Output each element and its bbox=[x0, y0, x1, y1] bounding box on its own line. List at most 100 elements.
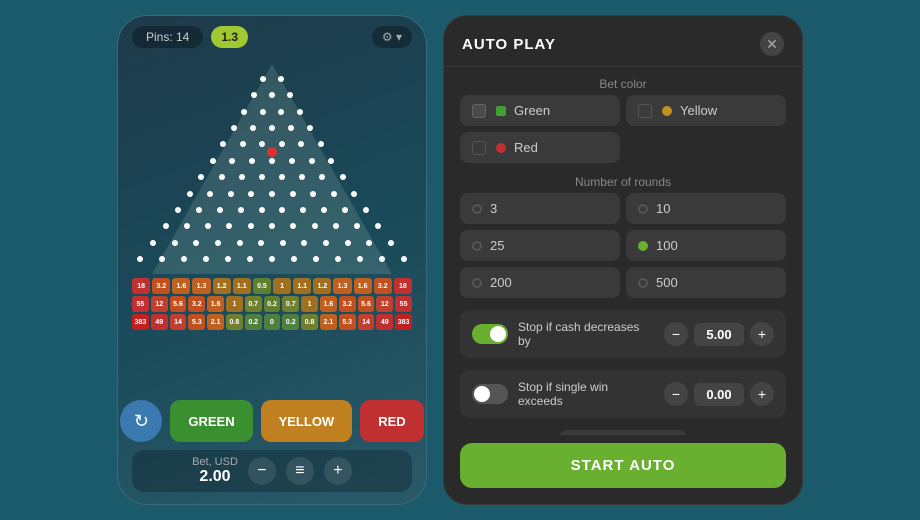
score-cell: 1.2 bbox=[213, 278, 231, 294]
round-10-label: 10 bbox=[656, 201, 670, 216]
yellow-button[interactable]: YELLOW bbox=[261, 400, 353, 442]
plinko-dot bbox=[379, 256, 385, 262]
round-200[interactable]: 200 bbox=[460, 267, 620, 298]
red-color-dot bbox=[496, 143, 506, 153]
round-10[interactable]: 10 bbox=[626, 193, 786, 224]
plinko-dot bbox=[279, 207, 285, 213]
bet-stack-button[interactable]: ≡ bbox=[286, 457, 314, 485]
green-check bbox=[472, 104, 486, 118]
bet-row: Bet, USD 2.00 − ≡ + bbox=[132, 450, 412, 492]
round-3-dot bbox=[472, 204, 482, 214]
plinko-dot bbox=[363, 207, 369, 213]
score-cell: 55 bbox=[132, 296, 149, 312]
plinko-dot bbox=[289, 158, 295, 164]
more-options-button[interactable]: More options ▾ bbox=[559, 430, 687, 435]
score-cell: 18 bbox=[394, 278, 412, 294]
plinko-dot bbox=[328, 158, 334, 164]
plinko-dot bbox=[231, 125, 237, 131]
plinko-dot bbox=[375, 223, 381, 229]
plinko-dot bbox=[340, 174, 346, 180]
stop-cash-increase[interactable]: + bbox=[750, 322, 774, 346]
plinko-dot bbox=[318, 141, 324, 147]
plinko-dot bbox=[184, 223, 190, 229]
stop-cash-label: Stop if cash decreases by bbox=[518, 320, 654, 348]
score-cell: 49 bbox=[376, 314, 393, 330]
plinko-dot bbox=[150, 240, 156, 246]
color-option-red[interactable]: Red bbox=[460, 132, 620, 163]
score-cell: 1.3 bbox=[192, 278, 210, 294]
color-option-yellow[interactable]: Yellow bbox=[626, 95, 786, 126]
rotate-button[interactable]: ↻ bbox=[120, 400, 162, 442]
plinko-dot bbox=[313, 256, 319, 262]
score-cell: 5.3 bbox=[339, 314, 356, 330]
plinko-dot bbox=[300, 207, 306, 213]
round-500[interactable]: 500 bbox=[626, 267, 786, 298]
round-100[interactable]: 100 bbox=[626, 230, 786, 261]
plinko-dot bbox=[312, 223, 318, 229]
plinko-dot bbox=[401, 256, 407, 262]
stop-cash-toggle[interactable] bbox=[472, 324, 508, 344]
plinko-dot bbox=[219, 174, 225, 180]
score-cell: 2.1 bbox=[320, 314, 337, 330]
autoplay-icon[interactable]: ⚙ ▾ bbox=[372, 26, 412, 48]
dots-container bbox=[152, 64, 392, 274]
plinko-dot bbox=[260, 76, 266, 82]
plinko-dot bbox=[279, 141, 285, 147]
plinko-dot bbox=[205, 223, 211, 229]
score-cell: 1.6 bbox=[354, 278, 372, 294]
close-button[interactable]: ✕ bbox=[760, 32, 784, 56]
score-cell: 1.2 bbox=[313, 278, 331, 294]
plinko-dot bbox=[215, 240, 221, 246]
plinko-dot bbox=[159, 256, 165, 262]
plinko-dot bbox=[238, 207, 244, 213]
stop-cash-decrease[interactable]: − bbox=[664, 322, 688, 346]
stop-cash-thumb bbox=[490, 326, 506, 342]
plinko-dot bbox=[251, 92, 257, 98]
round-100-label: 100 bbox=[656, 238, 678, 253]
score-cell: 0.8 bbox=[226, 314, 243, 330]
plinko-dot bbox=[278, 109, 284, 115]
stop-cash-value: 5.00 bbox=[694, 323, 744, 346]
top-bar: Pins: 14 1.3 ⚙ ▾ bbox=[118, 16, 426, 54]
plinko-dot bbox=[269, 125, 275, 131]
score-cell: 3.2 bbox=[152, 278, 170, 294]
plinko-dot bbox=[217, 207, 223, 213]
rounds-grid: 3 10 25 100 bbox=[460, 193, 786, 298]
red-button[interactable]: RED bbox=[360, 400, 423, 442]
yellow-label: Yellow bbox=[680, 103, 717, 118]
stop-win-increase[interactable]: + bbox=[750, 382, 774, 406]
red-label: Red bbox=[514, 140, 538, 155]
bet-increase-button[interactable]: + bbox=[324, 457, 352, 485]
stop-win-value: 0.00 bbox=[694, 383, 744, 406]
stop-win-thumb bbox=[474, 386, 490, 402]
plinko-dot bbox=[226, 223, 232, 229]
score-cell: 1.3 bbox=[333, 278, 351, 294]
plinko-dot bbox=[193, 240, 199, 246]
plinko-dot bbox=[210, 158, 216, 164]
stop-win-control: − 0.00 + bbox=[664, 382, 774, 406]
plinko-dot bbox=[345, 240, 351, 246]
stop-win-decrease[interactable]: − bbox=[664, 382, 688, 406]
plinko-dot bbox=[259, 141, 265, 147]
plinko-dot bbox=[290, 191, 296, 197]
plinko-dot bbox=[269, 256, 275, 262]
start-auto-button[interactable]: START AUTO bbox=[460, 443, 786, 488]
plinko-dot bbox=[181, 256, 187, 262]
score-cell: 383 bbox=[132, 314, 149, 330]
plinko-dot bbox=[163, 223, 169, 229]
plinko-dot bbox=[298, 141, 304, 147]
round-25-label: 25 bbox=[490, 238, 504, 253]
score-cell: 1.1 bbox=[293, 278, 311, 294]
plinko-dot bbox=[291, 256, 297, 262]
round-3[interactable]: 3 bbox=[460, 193, 620, 224]
round-25[interactable]: 25 bbox=[460, 230, 620, 261]
ball bbox=[267, 147, 277, 157]
plinko-dot bbox=[323, 240, 329, 246]
green-button[interactable]: GREEN bbox=[170, 400, 252, 442]
color-option-green[interactable]: Green bbox=[460, 95, 620, 126]
panel-header: AUTO PLAY ✕ bbox=[444, 16, 802, 67]
stop-win-toggle[interactable] bbox=[472, 384, 508, 404]
bet-decrease-button[interactable]: − bbox=[248, 457, 276, 485]
score-cell: 3.2 bbox=[374, 278, 392, 294]
score-row: 38349145.32.10.80.200.20.82.15.31449383 bbox=[132, 314, 412, 330]
